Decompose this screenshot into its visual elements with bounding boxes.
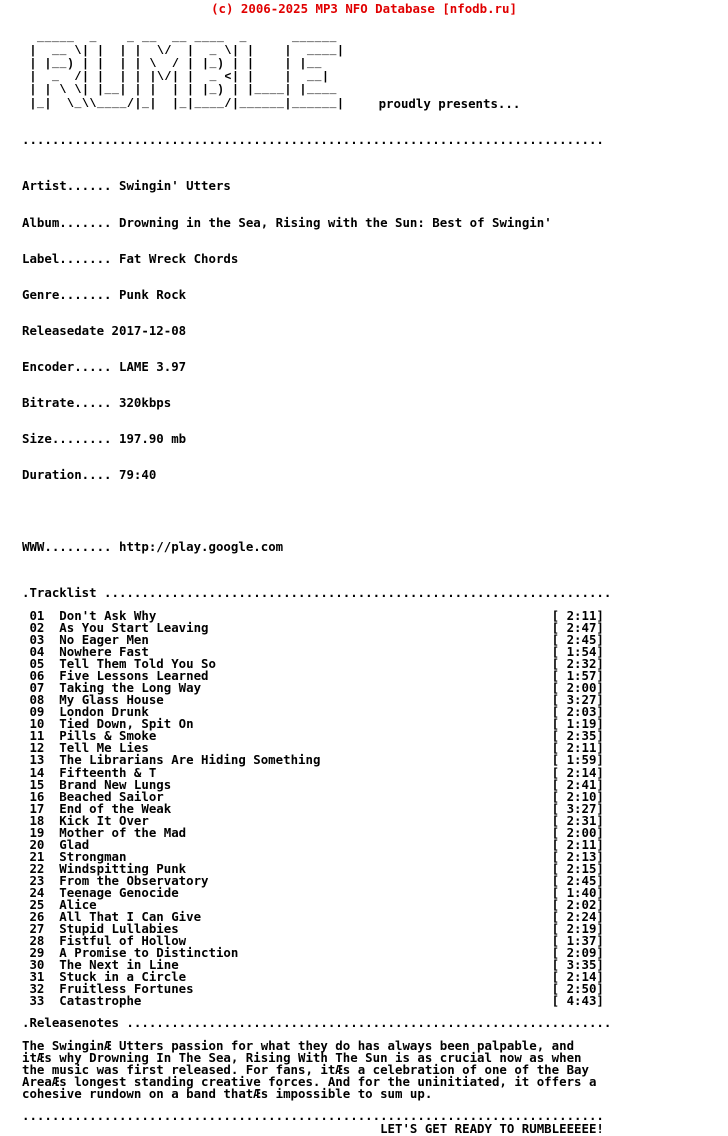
- metadata-value-releasedate: 2017-12-08: [111, 322, 187, 338]
- metadata-value-duration: 79:40: [119, 467, 157, 483]
- metadata-label-bitrate: Bitrate.....: [22, 395, 112, 411]
- metadata-row-bitrate: Bitrate..... 320kbps: [22, 397, 728, 409]
- metadata-label-artist: Artist......: [22, 178, 112, 194]
- metadata-row-duration: Duration.... 79:40: [22, 469, 728, 481]
- rumble-ascii-logo: _____ _ _ __ __ ____ _ ______ | __ \| | …: [29, 31, 345, 111]
- releasenotes-line: itÆs why Drowning In The Sea, Rising Wit…: [22, 1049, 582, 1065]
- proudly-presents-tagline: proudly presents...: [378, 96, 521, 112]
- nfo-database-credit: (c) 2006-2025 MP3 NFO Database [nfodb.ru…: [211, 1, 517, 16]
- metadata-value-artist: Swingin' Utters: [119, 178, 231, 194]
- metadata-value-label: Fat Wreck Chords: [119, 250, 239, 266]
- www-block: WWW......... http://play.google.com: [0, 517, 728, 577]
- bottom-separator-rule: ........................................…: [22, 1107, 604, 1123]
- metadata-row-www: WWW......... http://play.google.com: [22, 538, 728, 554]
- metadata-row-encoder: Encoder..... LAME 3.97: [22, 359, 728, 375]
- metadata-label-encoder: Encoder.....: [22, 359, 112, 375]
- track-title: Catastrophe: [44, 993, 142, 1009]
- metadata-row-label: Label....... Fat Wreck Chords: [22, 250, 728, 266]
- metadata-row-album: Album....... Drowning in the Sea, Rising…: [22, 214, 728, 230]
- metadata-label-album: Album.......: [22, 214, 112, 230]
- metadata-value-album: Drowning in the Sea, Rising with the Sun…: [119, 214, 552, 230]
- metadata-block: Artist...... Swingin' Utters Album......…: [0, 156, 728, 505]
- metadata-label-www: WWW.........: [22, 538, 112, 554]
- metadata-value-encoder: LAME 3.97: [119, 359, 187, 375]
- metadata-value-genre: Punk Rock: [119, 286, 187, 302]
- track-number: 33: [22, 993, 45, 1009]
- track-duration: [ 4:43]: [551, 993, 604, 1009]
- releasenotes-line: AreaÆs longest standing creative forces.…: [22, 1073, 597, 1089]
- track-row: 33 Catastrophe [ 4:43]: [22, 995, 728, 1007]
- metadata-label-size: Size........: [22, 431, 112, 447]
- metadata-label-genre: Genre.......: [22, 286, 112, 302]
- track-pad: [141, 993, 551, 1008]
- releasenotes-line: cohesive rundown on a band thatÆs imposs…: [22, 1085, 433, 1101]
- releasenotes-section-header: .Releasenotes ..........................…: [22, 1015, 612, 1031]
- footer-tagline: LET'S GET READY TO RUMBLEEEEE!: [22, 1120, 604, 1136]
- releasenotes-line: the music was first released. For fans, …: [22, 1061, 589, 1077]
- metadata-row-genre: Genre....... Punk Rock: [22, 286, 728, 302]
- tracklist-section-header: .Tracklist .............................…: [22, 584, 612, 600]
- metadata-row-releasedate: Releasedate 2017-12-08: [22, 322, 728, 338]
- releasenotes-line: The SwinginÆ Utters passion for what the…: [22, 1037, 575, 1053]
- metadata-label-releasedate: Releasedate: [22, 322, 105, 338]
- top-separator-rule: ........................................…: [22, 132, 604, 148]
- metadata-value-www[interactable]: http://play.google.com: [119, 539, 283, 554]
- metadata-label-duration: Duration....: [22, 467, 112, 483]
- metadata-row-artist: Artist...... Swingin' Utters: [22, 180, 728, 192]
- metadata-value-size: 197.90 mb: [119, 431, 187, 447]
- nfo-document: (c) 2006-2025 MP3 NFO Database [nfodb.ru…: [0, 0, 728, 1135]
- tracklist-block: 01 Don't Ask Why [ 2:11] 02 As You Start…: [0, 609, 728, 1008]
- metadata-label-label: Label.......: [22, 250, 112, 266]
- releasenotes-block: The SwinginÆ Utters passion for what the…: [0, 1037, 728, 1101]
- metadata-value-bitrate: 320kbps: [119, 395, 172, 411]
- metadata-row-size: Size........ 197.90 mb: [22, 433, 728, 445]
- logo-row: _____ _ _ __ __ ____ _ ______ | __ \| | …: [0, 20, 728, 122]
